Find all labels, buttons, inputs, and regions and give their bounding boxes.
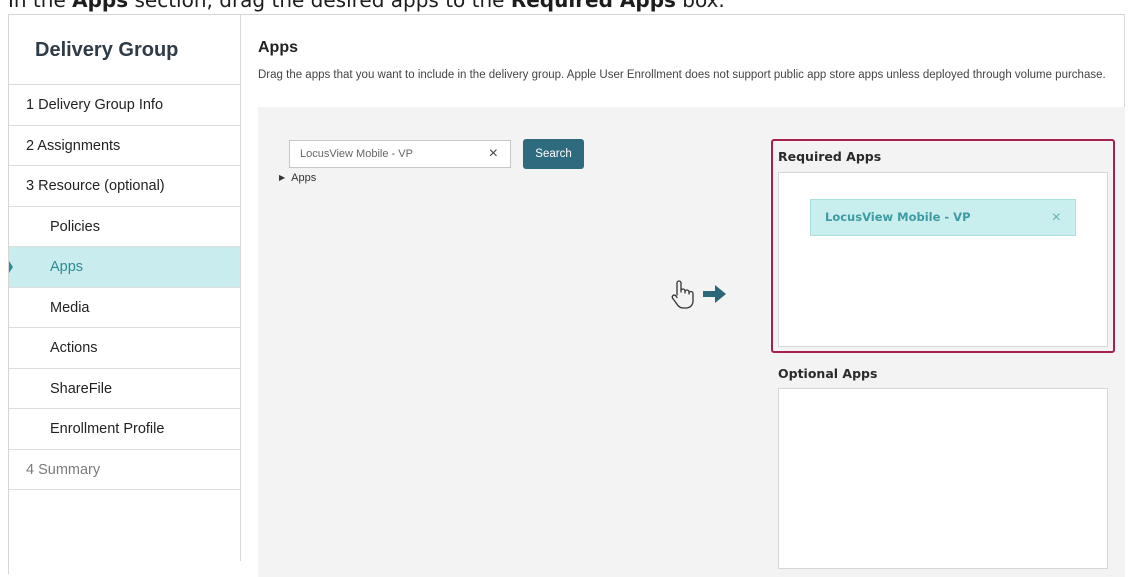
arrow-right-icon <box>703 285 726 303</box>
page-title: Apps <box>258 39 298 56</box>
caption-middle: section, drag the desired apps to the <box>128 0 511 12</box>
caption-target: Required Apps <box>510 0 676 12</box>
sidebar-title: Delivery Group <box>9 15 240 85</box>
required-apps-label: Required Apps <box>778 149 882 164</box>
apps-tree-label: Apps <box>291 172 317 184</box>
caption-suffix: box. <box>675 0 725 12</box>
sidebar: Delivery Group 1 Delivery Group Info 2 A… <box>9 15 241 561</box>
page-description: Drag the apps that you want to include i… <box>258 69 1106 81</box>
remove-icon[interactable]: × <box>1052 200 1061 236</box>
drag-hint <box>668 278 728 310</box>
required-apps-dropzone[interactable]: LocusView Mobile - VP × <box>778 172 1108 347</box>
sidebar-item-resource[interactable]: 3 Resource (optional) <box>9 166 240 207</box>
apps-panel: LocusView Mobile - VP × Search ▶ Apps Req… <box>258 107 1125 577</box>
search-input-value: LocusView Mobile - VP <box>300 148 413 160</box>
sidebar-item-policies[interactable]: Policies <box>9 207 240 247</box>
sidebar-item-label: Apps <box>50 259 84 275</box>
sidebar-item-assignments[interactable]: 2 Assignments <box>9 126 240 166</box>
caret-right-icon[interactable]: ▶ <box>279 173 285 182</box>
sidebar-item-media[interactable]: Media <box>9 288 240 328</box>
caption-section: Apps <box>72 0 129 12</box>
apps-tree-node[interactable]: ▶ Apps <box>279 172 316 184</box>
delivery-group-window: Delivery Group 1 Delivery Group Info 2 A… <box>8 14 1125 577</box>
optional-apps-dropzone[interactable] <box>778 388 1108 569</box>
instruction-caption: In the Apps section, drag the desired ap… <box>8 0 725 12</box>
sidebar-item-enrollment-profile[interactable]: Enrollment Profile <box>9 409 240 450</box>
sidebar-item-summary[interactable]: 4 Summary <box>9 450 240 490</box>
sidebar-item-actions[interactable]: Actions <box>9 328 240 369</box>
search-button[interactable]: Search <box>523 139 584 169</box>
optional-apps-label: Optional Apps <box>778 366 878 381</box>
search-input[interactable]: LocusView Mobile - VP × <box>289 140 511 168</box>
hand-pointer-icon <box>671 280 694 309</box>
sidebar-item-apps[interactable]: Apps <box>9 247 240 288</box>
caption-prefix: In the <box>8 0 73 12</box>
required-app-chip[interactable]: LocusView Mobile - VP × <box>810 199 1076 236</box>
sidebar-item-delivery-group-info[interactable]: 1 Delivery Group Info <box>9 85 240 126</box>
clear-icon[interactable]: × <box>489 141 498 167</box>
active-marker-icon <box>9 261 13 273</box>
required-app-name: LocusView Mobile - VP <box>825 210 971 224</box>
sidebar-item-sharefile[interactable]: ShareFile <box>9 369 240 409</box>
